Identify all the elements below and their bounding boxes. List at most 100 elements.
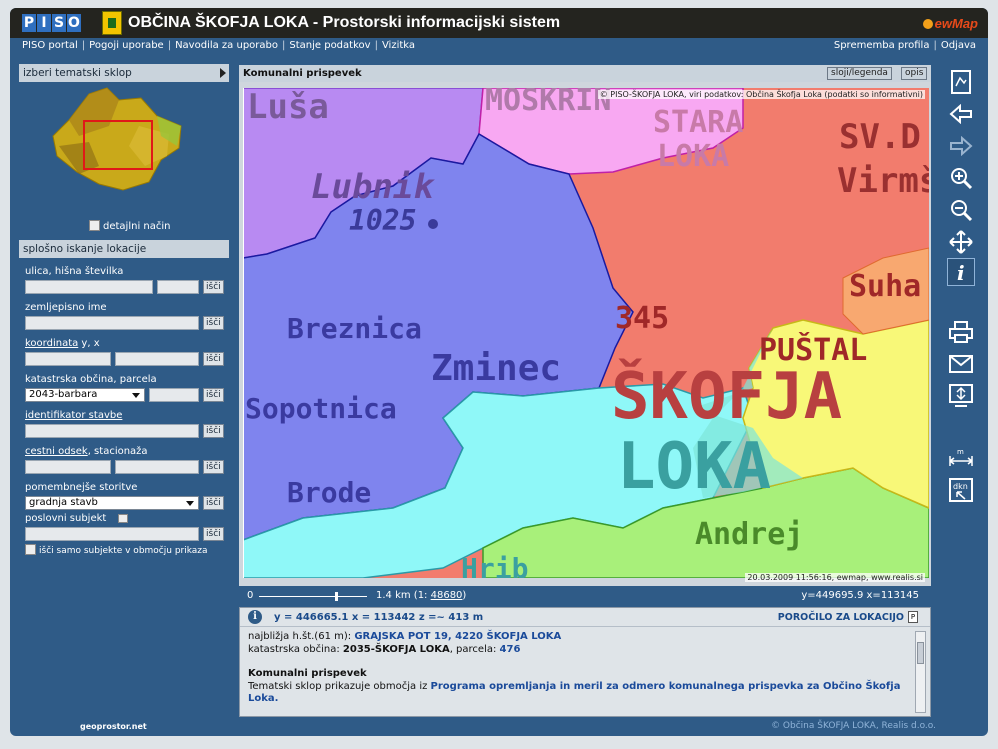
- cadastral-select[interactable]: 2043-barbara: [25, 387, 145, 402]
- coord-y-input[interactable]: [25, 351, 111, 366]
- info-tool-icon[interactable]: i: [947, 258, 975, 286]
- scale-ratio-link[interactable]: 48680: [431, 590, 463, 601]
- business-input[interactable]: [25, 526, 199, 541]
- map-label: Breznica: [287, 312, 422, 345]
- section-title: Komunalni prispevek: [248, 668, 367, 679]
- map-title: Komunalni prispevek: [243, 68, 362, 79]
- map-label: 345: [615, 301, 669, 336]
- search-business-button[interactable]: išči: [203, 526, 224, 541]
- svg-text:dkn: dkn: [953, 482, 968, 491]
- toponym-label: zemljepisno ime: [25, 302, 107, 313]
- app-title: OBČINA ŠKOFJA LOKA - Prostorski informac…: [128, 14, 561, 31]
- nav-piso-portal[interactable]: PISO portal: [22, 40, 78, 51]
- coord-x-input[interactable]: [115, 351, 199, 366]
- search-building-button[interactable]: išči: [203, 423, 224, 438]
- road-input[interactable]: [25, 459, 111, 474]
- tab-layers-legend[interactable]: sloji/legenda: [827, 67, 892, 80]
- footer: geoprostor.net © Občina ŠKOFJA LOKA, Rea…: [10, 716, 988, 736]
- home-icon[interactable]: [947, 68, 975, 96]
- services-select[interactable]: gradnja stavb: [25, 495, 199, 510]
- house-number-input[interactable]: [157, 279, 199, 294]
- expand-icon: [220, 68, 226, 78]
- coordinate-link[interactable]: koordinata: [25, 338, 78, 349]
- toponym-input[interactable]: [25, 315, 199, 330]
- map-label: STARA: [653, 105, 743, 140]
- business-option-icon[interactable]: [118, 514, 129, 523]
- nav-data-status[interactable]: Stanje podatkov: [289, 40, 370, 51]
- map-label: Suha: [849, 269, 921, 304]
- map-label: Lubnik: [311, 167, 435, 207]
- map-label: SV.D: [839, 117, 921, 157]
- building-id-input[interactable]: [25, 423, 199, 438]
- forward-icon[interactable]: [947, 132, 975, 160]
- coordinate-label: koordinata y, x: [25, 338, 100, 349]
- dkn-icon[interactable]: dkn: [947, 476, 975, 504]
- svg-text:i: i: [957, 261, 965, 284]
- road-link[interactable]: cestni odsek: [25, 446, 88, 457]
- map-label: Hrib: [461, 552, 528, 578]
- nav-help[interactable]: Navodila za uporabo: [175, 40, 278, 51]
- building-id-label: identifikator stavbe: [25, 410, 229, 421]
- info-icon: i: [248, 610, 262, 624]
- map-copyright: © PISO-ŠKOFJA LOKA, viri podatkov: Občin…: [597, 90, 925, 99]
- info-scrollbar[interactable]: [915, 631, 926, 713]
- geoprostor-logo[interactable]: geoprostor.net: [80, 722, 147, 731]
- map-label: Andrej: [695, 517, 803, 552]
- nearest-address-link[interactable]: GRAJSKA POT 19, 4220 ŠKOFJA LOKA: [354, 631, 561, 642]
- nav-vizitka[interactable]: Vizitka: [382, 40, 415, 51]
- scale-slider-handle[interactable]: [335, 592, 338, 601]
- nav-profile[interactable]: Sprememba profila: [834, 40, 930, 51]
- search-coord-button[interactable]: išči: [203, 351, 224, 366]
- street-input[interactable]: [25, 279, 153, 294]
- parcel-input[interactable]: [149, 387, 199, 402]
- road-label: cestni odsek, stacionaža: [25, 446, 148, 457]
- search-road-button[interactable]: išči: [203, 459, 224, 474]
- map-label: Virmš: [837, 161, 929, 201]
- map-canvas[interactable]: Luša MOSKRIN STARA LOKA SV.D Virmš Lubni…: [243, 88, 929, 578]
- thematic-select[interactable]: izberi tematski sklop: [19, 64, 229, 82]
- tab-description[interactable]: opis: [901, 67, 928, 80]
- services-label: pomembnejše storitve: [25, 482, 138, 493]
- station-input[interactable]: [115, 459, 199, 474]
- measure-icon[interactable]: m: [947, 444, 975, 472]
- location-coordinates: y = 446665.1 x = 113442 z =~ 413 m: [274, 612, 484, 623]
- search-services-button[interactable]: išči: [203, 495, 224, 510]
- map-label: ŠKOFJA: [611, 358, 842, 434]
- map-label: Zminec: [431, 348, 561, 389]
- print-icon[interactable]: [947, 318, 975, 346]
- top-nav: PISO portal | Pogoji uporabe | Navodila za u…: [10, 38, 988, 54]
- building-id-link[interactable]: identifikator stavbe: [25, 410, 122, 421]
- info-panel: i y = 446665.1 x = 113442 z =~ 413 m POR…: [239, 607, 931, 717]
- business-label: poslovni subjekt: [25, 513, 229, 524]
- location-report-link[interactable]: POROČILO ZA LOKACIJO: [778, 612, 904, 623]
- piso-logo: PISO: [22, 14, 81, 32]
- report-document-icon[interactable]: P: [908, 611, 918, 623]
- nav-terms[interactable]: Pogoji uporabe: [89, 40, 164, 51]
- thematic-panel: izberi tematski sklop detajlni način: [19, 64, 229, 232]
- map-label: Brode: [287, 476, 371, 509]
- parcel-link[interactable]: 476: [500, 644, 521, 655]
- svg-text:m: m: [957, 448, 964, 456]
- map-label: Sopotnica: [245, 392, 397, 425]
- overview-minimap[interactable]: [49, 86, 189, 196]
- pan-icon[interactable]: [947, 228, 975, 256]
- export-icon[interactable]: [947, 382, 975, 410]
- search-street-button[interactable]: išči: [203, 279, 224, 294]
- detail-mode-checkbox[interactable]: detajlni način: [89, 220, 170, 232]
- left-panel: izberi tematski sklop detajlni način spl…: [19, 64, 229, 609]
- header: PISO OBČINA ŠKOFJA LOKA - Prostorski inf…: [10, 8, 988, 38]
- map-label: 1025: [349, 204, 416, 237]
- search-cadastral-button[interactable]: išči: [203, 387, 224, 402]
- scale-bar: 0 1.4 km (1: 48680) y=449695.9 x=113145: [247, 590, 919, 601]
- back-icon[interactable]: [947, 100, 975, 128]
- search-toponym-button[interactable]: išči: [203, 315, 224, 330]
- zoom-out-icon[interactable]: [947, 196, 975, 224]
- map-label: LOKA: [657, 139, 729, 174]
- mail-icon[interactable]: [947, 350, 975, 378]
- ewmap-logo: ewMap: [922, 16, 978, 31]
- zoom-in-icon[interactable]: [947, 164, 975, 192]
- only-area-checkbox[interactable]: išči samo subjekte v območju prikaza: [25, 544, 229, 556]
- map-frame: Luša MOSKRIN STARA LOKA SV.D Virmš Lubni…: [239, 82, 931, 586]
- nav-logout[interactable]: Odjava: [941, 40, 976, 51]
- cadastral-label: katastrska občina, parcela: [25, 374, 157, 385]
